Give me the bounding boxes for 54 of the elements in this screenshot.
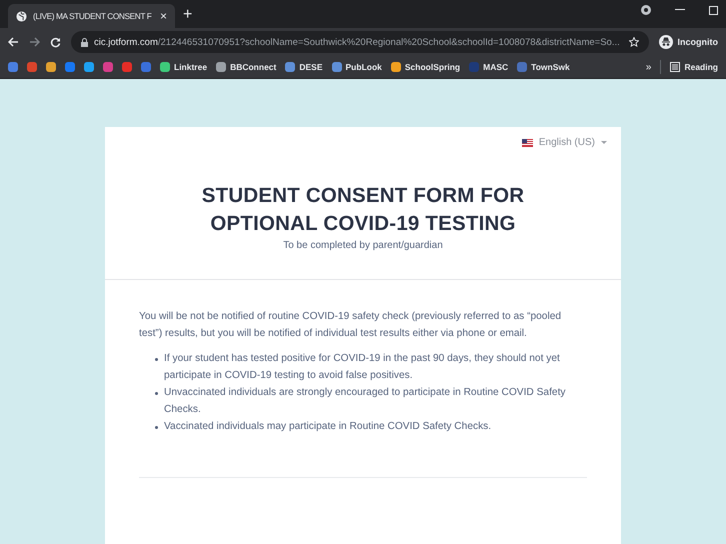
back-icon[interactable]	[8, 37, 19, 47]
bookmark-label: TownSwk	[531, 62, 570, 72]
flag-icon	[522, 138, 533, 146]
browser-tab[interactable]: (LIVE) MA STUDENT CONSENT F ×	[8, 4, 175, 28]
url-path: /212446531070951?schoolName=Southwick%20Regional%20School&schoolId=1008078&districtName=So...	[158, 36, 621, 48]
bookmark-label: MASC	[483, 62, 508, 72]
bookmark-label: BBConnect	[230, 62, 276, 72]
form-subtitle: To be completed by parent/guardian	[282, 240, 444, 251]
intro-paragraph: You will be not be notified of routine COVID-19 safety check (previously referred to as “pooled test”) results, but you will be notified of individual test results either via phone or email.	[139, 310, 562, 341]
bookmark-link[interactable]: DESE	[285, 62, 323, 72]
reading-list-button[interactable]: Reading	[670, 62, 718, 72]
bookmark-link[interactable]: TownSwk	[517, 62, 570, 72]
reload-icon[interactable]	[50, 36, 61, 48]
caret-icon[interactable]	[601, 140, 607, 144]
list-icon	[670, 62, 680, 72]
address-bar[interactable]: cic.jotform.com/212446531070951?schoolName=Southwick%20Regional%20School&schoolId=1008078&districtName=So...	[71, 31, 648, 53]
bookmark-icon[interactable]	[65, 62, 75, 72]
bookmark-icon[interactable]	[8, 62, 18, 72]
more-bookmarks-button[interactable]: »	[646, 62, 652, 72]
close-tab-button[interactable]: ×	[160, 9, 167, 23]
bookmark-icon[interactable]	[84, 62, 94, 72]
forward-icon[interactable]	[29, 37, 40, 47]
form-title: OPTIONAL COVID-19 TESTING	[209, 211, 517, 237]
globe-icon	[16, 10, 27, 22]
bullet-icon	[155, 392, 158, 395]
bullet-icon	[155, 426, 158, 429]
bookmark-icon[interactable]	[122, 62, 132, 72]
lock-icon	[81, 38, 88, 46]
bookmark-icon[interactable]	[46, 62, 56, 72]
url-domain: cic.jotform.com	[94, 36, 158, 48]
bookmark-label: SchoolSpring	[404, 62, 460, 72]
bookmark-link[interactable]: MASC	[469, 62, 508, 72]
incognito-icon	[658, 35, 672, 49]
bullet-text: If your student has tested positive for COVID-19 in the past 90 days, they should not yet participate in COVID-19 testing to avoid false positives.	[164, 352, 561, 383]
star-icon[interactable]	[628, 37, 638, 47]
bookmark-label: PubLook	[346, 62, 382, 72]
bookmark-link[interactable]: BBConnect	[216, 62, 276, 72]
bookmark-link[interactable]: PubLook	[332, 62, 382, 72]
incognito-profile-button[interactable]: Incognito	[658, 35, 718, 49]
bullet-text: Vaccinated individuals may participate in Routine COVID Safety Checks.	[164, 420, 492, 434]
bookmark-icon[interactable]	[103, 62, 113, 72]
bookmark-link[interactable]: SchoolSpring	[390, 62, 460, 72]
bookmark-icon[interactable]	[141, 62, 151, 72]
form-title: STUDENT CONSENT FORM FOR	[200, 183, 526, 209]
bookmark-label: Linktree	[174, 62, 208, 72]
bullet-icon	[155, 358, 158, 361]
minimize-icon[interactable]	[675, 9, 685, 11]
bookmark-link[interactable]: Linktree	[160, 62, 208, 72]
new-tab-button[interactable]: +	[183, 6, 192, 24]
bookmark-icon[interactable]	[27, 62, 37, 72]
bookmark-label: DESE	[299, 62, 323, 72]
maximize-icon[interactable]	[709, 6, 718, 14]
tab-title: (LIVE) MA STUDENT CONSENT F	[33, 11, 152, 21]
bullet-text: Unvaccinated individuals are strongly encouraged to participate in Routine COVID Safety Checks.	[164, 386, 566, 417]
